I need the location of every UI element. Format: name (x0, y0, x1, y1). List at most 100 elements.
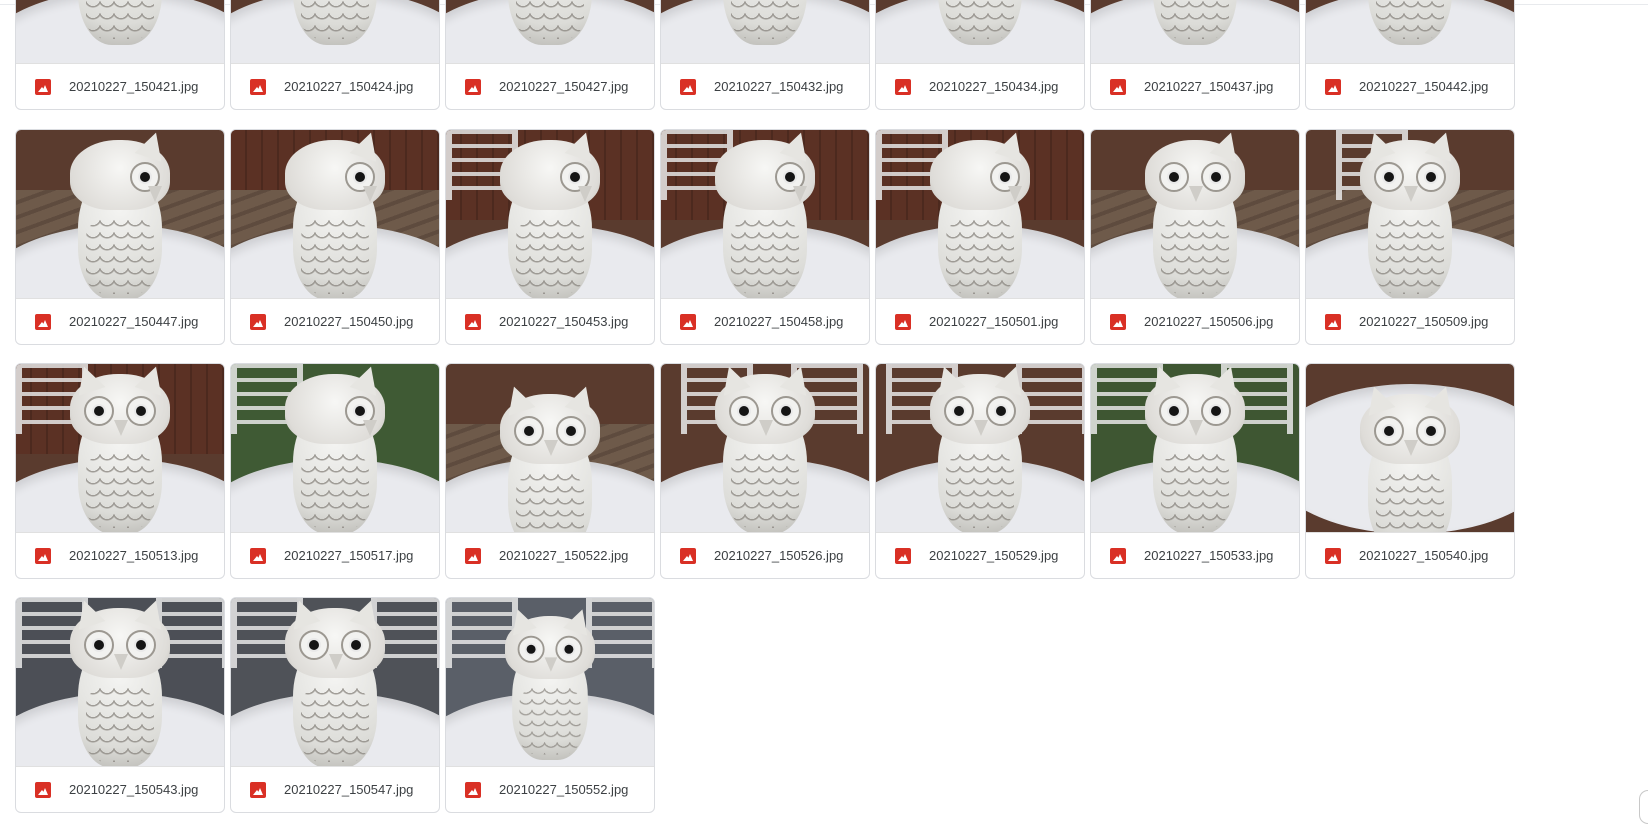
file-info: 20210227_150533.jpg (1091, 532, 1299, 578)
image-file-icon (895, 79, 911, 95)
file-card[interactable]: 20210227_150501.jpg (875, 129, 1085, 345)
file-name: 20210227_150522.jpg (499, 548, 629, 563)
file-card[interactable]: 20210227_150517.jpg (230, 363, 440, 579)
file-info: 20210227_150453.jpg (446, 298, 654, 344)
file-info: 20210227_150509.jpg (1306, 298, 1514, 344)
file-name: 20210227_150526.jpg (714, 548, 844, 563)
image-file-icon (1325, 79, 1341, 95)
image-thumbnail (16, 130, 224, 298)
file-card[interactable]: 20210227_150543.jpg (15, 597, 225, 813)
file-name: 20210227_150547.jpg (284, 782, 414, 797)
file-card[interactable]: 20210227_150432.jpg (660, 0, 870, 110)
file-name: 20210227_150453.jpg (499, 314, 629, 329)
image-file-icon (1325, 548, 1341, 564)
file-info: 20210227_150424.jpg (231, 63, 439, 109)
file-card[interactable]: 20210227_150552.jpg (445, 597, 655, 813)
image-thumbnail (446, 130, 654, 298)
file-card[interactable]: 20210227_150522.jpg (445, 363, 655, 579)
image-file-icon (35, 782, 51, 798)
file-name: 20210227_150450.jpg (284, 314, 414, 329)
file-info: 20210227_150540.jpg (1306, 532, 1514, 578)
image-file-icon (680, 314, 696, 330)
image-thumbnail (231, 364, 439, 532)
file-card[interactable]: 20210227_150506.jpg (1090, 129, 1300, 345)
file-info: 20210227_150522.jpg (446, 532, 654, 578)
file-name: 20210227_150434.jpg (929, 79, 1059, 94)
file-card[interactable]: 20210227_150427.jpg (445, 0, 655, 110)
file-card[interactable]: 20210227_150458.jpg (660, 129, 870, 345)
file-info: 20210227_150526.jpg (661, 532, 869, 578)
file-name: 20210227_150501.jpg (929, 314, 1059, 329)
file-info: 20210227_150517.jpg (231, 532, 439, 578)
file-name: 20210227_150432.jpg (714, 79, 844, 94)
file-name: 20210227_150427.jpg (499, 79, 629, 94)
file-name: 20210227_150421.jpg (69, 79, 199, 94)
file-card[interactable]: 20210227_150526.jpg (660, 363, 870, 579)
file-info: 20210227_150434.jpg (876, 63, 1084, 109)
image-thumbnail (876, 364, 1084, 532)
file-name: 20210227_150529.jpg (929, 548, 1059, 563)
image-thumbnail (16, 364, 224, 532)
image-file-icon (35, 548, 51, 564)
image-file-icon (895, 548, 911, 564)
file-name: 20210227_150458.jpg (714, 314, 844, 329)
file-card[interactable]: 20210227_150437.jpg (1090, 0, 1300, 110)
file-info: 20210227_150450.jpg (231, 298, 439, 344)
file-grid: 20210227_150421.jpg 20210227_150424.jpg … (15, 0, 1615, 825)
file-card[interactable]: 20210227_150421.jpg (15, 0, 225, 110)
image-file-icon (1110, 548, 1126, 564)
file-info: 20210227_150529.jpg (876, 532, 1084, 578)
file-name: 20210227_150442.jpg (1359, 79, 1489, 94)
image-thumbnail (1306, 364, 1514, 532)
image-file-icon (1325, 314, 1341, 330)
file-card[interactable]: 20210227_150424.jpg (230, 0, 440, 110)
scrollbar-handle[interactable] (1639, 790, 1648, 824)
file-name: 20210227_150543.jpg (69, 782, 199, 797)
image-thumbnail (446, 0, 654, 63)
file-info: 20210227_150442.jpg (1306, 63, 1514, 109)
file-name: 20210227_150447.jpg (69, 314, 199, 329)
image-file-icon (465, 314, 481, 330)
image-thumbnail (1091, 0, 1299, 63)
image-thumbnail (446, 364, 654, 532)
image-file-icon (465, 548, 481, 564)
file-info: 20210227_150427.jpg (446, 63, 654, 109)
image-thumbnail (1091, 130, 1299, 298)
file-card[interactable]: 20210227_150540.jpg (1305, 363, 1515, 579)
file-card[interactable]: 20210227_150453.jpg (445, 129, 655, 345)
file-card[interactable]: 20210227_150442.jpg (1305, 0, 1515, 110)
image-thumbnail (231, 130, 439, 298)
file-card[interactable]: 20210227_150533.jpg (1090, 363, 1300, 579)
file-info: 20210227_150547.jpg (231, 766, 439, 812)
file-name: 20210227_150509.jpg (1359, 314, 1489, 329)
image-thumbnail (16, 0, 224, 63)
image-file-icon (465, 782, 481, 798)
file-card[interactable]: 20210227_150450.jpg (230, 129, 440, 345)
file-info: 20210227_150437.jpg (1091, 63, 1299, 109)
image-file-icon (680, 79, 696, 95)
file-info: 20210227_150432.jpg (661, 63, 869, 109)
file-card[interactable]: 20210227_150529.jpg (875, 363, 1085, 579)
image-file-icon (465, 79, 481, 95)
file-name: 20210227_150506.jpg (1144, 314, 1274, 329)
file-name: 20210227_150424.jpg (284, 79, 414, 94)
file-name: 20210227_150540.jpg (1359, 548, 1489, 563)
image-file-icon (250, 782, 266, 798)
image-thumbnail (446, 598, 654, 766)
file-name: 20210227_150517.jpg (284, 548, 414, 563)
image-file-icon (35, 79, 51, 95)
file-card[interactable]: 20210227_150513.jpg (15, 363, 225, 579)
file-card[interactable]: 20210227_150547.jpg (230, 597, 440, 813)
image-thumbnail (661, 130, 869, 298)
file-info: 20210227_150552.jpg (446, 766, 654, 812)
image-thumbnail (231, 0, 439, 63)
file-card[interactable]: 20210227_150447.jpg (15, 129, 225, 345)
image-thumbnail (1306, 0, 1514, 63)
file-info: 20210227_150421.jpg (16, 63, 224, 109)
file-card[interactable]: 20210227_150509.jpg (1305, 129, 1515, 345)
image-file-icon (35, 314, 51, 330)
image-thumbnail (231, 598, 439, 766)
file-card[interactable]: 20210227_150434.jpg (875, 0, 1085, 110)
file-name: 20210227_150513.jpg (69, 548, 199, 563)
image-file-icon (680, 548, 696, 564)
